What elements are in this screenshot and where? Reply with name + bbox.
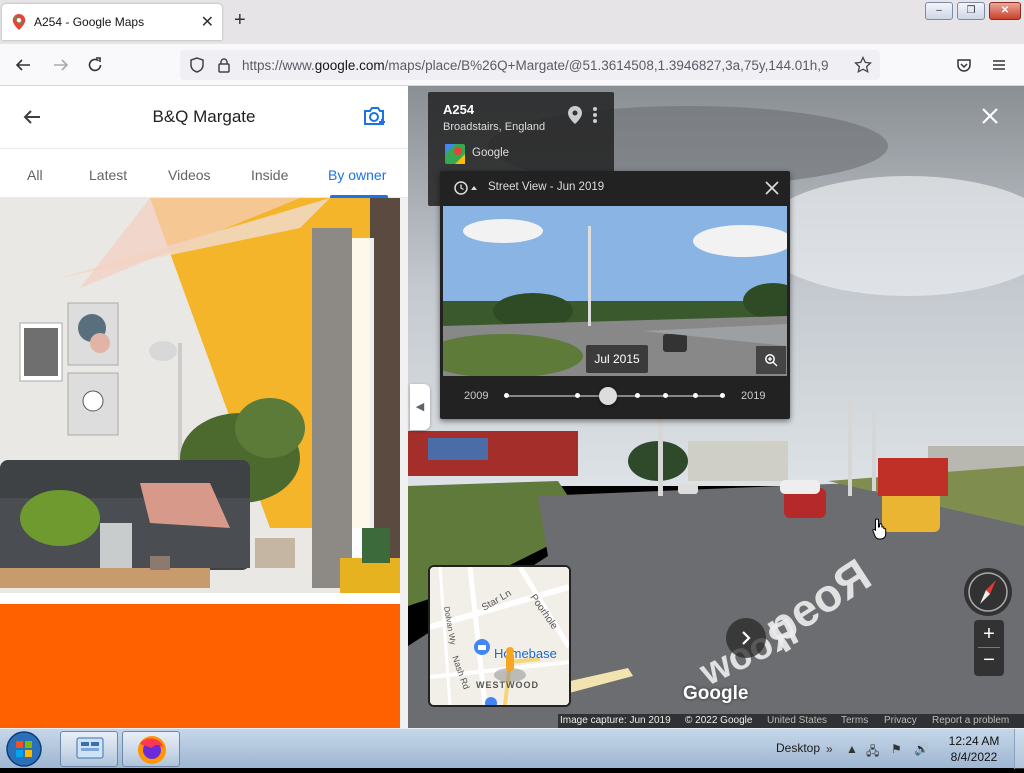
back-arrow-icon[interactable] <box>14 56 32 74</box>
minimap-label-homebase: Homebase <box>494 646 557 661</box>
compass-rotate-control[interactable] <box>964 568 1012 616</box>
window-minimize-button[interactable]: – <box>925 2 953 20</box>
selected-capture-date[interactable]: Jul 2015 <box>586 345 648 373</box>
bookmark-star-icon[interactable] <box>854 55 872 79</box>
panel-scrollbar[interactable] <box>400 198 408 728</box>
windows-taskbar: Desktop » ▲ 🖧 ⚑ 🔊 12:24 AM 8/4/2022 <box>0 728 1024 769</box>
timeline-end-year: 2019 <box>741 390 766 402</box>
map-pin-icon[interactable] <box>568 106 582 129</box>
time-travel-title: Street View - Jun 2019 <box>488 181 605 193</box>
terms-link[interactable]: Terms <box>841 715 868 726</box>
new-tab-button[interactable]: + <box>234 10 246 30</box>
window-restore-button[interactable]: ❐ <box>957 2 985 20</box>
owner-photo-living-room[interactable] <box>0 198 400 604</box>
lock-icon[interactable] <box>216 56 232 79</box>
timeline-slider-handle[interactable] <box>599 387 617 405</box>
panel-header: B&Q Margate <box>0 86 408 148</box>
window-close-button[interactable]: ✕ <box>989 2 1021 20</box>
time-travel-panel: Street View - Jun 2019 Jul 2015 2009 201… <box>440 171 790 419</box>
tab-google-maps[interactable]: A254 - Google Maps ✕ <box>2 4 222 40</box>
image-capture-date: Image capture: Jun 2019 <box>560 715 671 726</box>
add-photo-camera-icon[interactable] <box>362 104 388 133</box>
control-panel-icon <box>76 737 104 759</box>
taskbar-firefox-app[interactable] <box>122 731 180 767</box>
tracking-shield-icon[interactable] <box>188 56 206 79</box>
owner-photo-orange[interactable] <box>0 604 400 728</box>
historical-street-view-thumbnail[interactable]: Jul 2015 <box>443 206 787 376</box>
place-title: B&Q Margate <box>152 107 256 126</box>
timeline-tick[interactable] <box>504 393 509 398</box>
start-button[interactable] <box>4 730 50 768</box>
zoom-in-button[interactable]: + <box>974 622 1004 646</box>
street-view-minimap[interactable]: Star Ln Poorhole Dolvan Wy Nash Rd Homeb… <box>428 565 571 707</box>
firefox-icon <box>138 736 166 764</box>
close-time-travel-icon[interactable] <box>764 180 780 201</box>
clock-date[interactable]: 8/4/2022 <box>946 750 1002 764</box>
photo-category-tabs: All Latest Videos Inside By owner <box>0 148 408 198</box>
timeline-tick[interactable] <box>635 393 640 398</box>
timeline-tick[interactable] <box>720 393 725 398</box>
tray-expand-icon[interactable]: ▲ <box>846 742 858 756</box>
url-bar[interactable]: https://www.google.com/maps/place/B%26Q+… <box>180 50 880 80</box>
tab-by-owner[interactable]: By owner <box>328 167 386 183</box>
privacy-link[interactable]: Privacy <box>884 715 917 726</box>
desktop-toolbar-label[interactable]: Desktop <box>776 741 820 755</box>
move-forward-arrow-button[interactable] <box>726 618 766 658</box>
country-link[interactable]: United States <box>767 715 827 726</box>
reload-icon[interactable] <box>86 56 104 74</box>
tab-latest[interactable]: Latest <box>89 167 127 183</box>
google-maps-logo-icon <box>445 144 465 169</box>
action-center-flag-icon[interactable]: ⚑ <box>891 742 902 756</box>
more-options-icon[interactable] <box>592 106 598 129</box>
zoom-out-button[interactable]: − <box>974 648 1004 672</box>
timeline-tick[interactable] <box>575 393 580 398</box>
url-text[interactable]: https://www.google.com/maps/place/B%26Q+… <box>242 58 842 73</box>
place-photos-panel: B&Q Margate All Latest Videos Inside By … <box>0 86 408 728</box>
tab-close-icon[interactable]: ✕ <box>201 12 214 32</box>
timeline-tick[interactable] <box>693 393 698 398</box>
network-icon[interactable]: 🖧 <box>866 742 879 763</box>
road-name: A254 <box>443 102 475 117</box>
google-maps-favicon-icon <box>12 14 26 30</box>
google-watermark: Google <box>683 683 749 704</box>
toolbar-chevron-icon[interactable]: » <box>826 742 833 756</box>
show-desktop-button[interactable] <box>1014 729 1024 769</box>
forward-arrow-icon[interactable] <box>52 56 70 74</box>
street-view-footer: Image capture: Jun 2019 © 2022 Google Un… <box>558 714 1024 728</box>
tab-inside[interactable]: Inside <box>251 167 288 183</box>
image-source-label: Google <box>472 147 510 159</box>
volume-icon[interactable]: 🔊 <box>914 742 929 756</box>
collapse-panel-button[interactable]: ◀ <box>410 384 430 430</box>
timeline-tick[interactable] <box>663 393 668 398</box>
minimap-label-westwood: WESTWOOD <box>476 680 539 690</box>
hand-cursor-icon <box>872 518 888 540</box>
navigation-toolbar: https://www.google.com/maps/place/B%26Q+… <box>0 44 1024 86</box>
taskbar-control-panel-app[interactable] <box>60 731 118 767</box>
close-street-view-icon[interactable] <box>980 104 1000 130</box>
report-problem-link[interactable]: Report a problem <box>932 715 1009 726</box>
zoom-magnifier-icon[interactable] <box>756 346 786 374</box>
copyright-text: © 2022 Google <box>685 715 753 726</box>
tab-videos[interactable]: Videos <box>168 167 211 183</box>
menu-hamburger-icon[interactable] <box>990 56 1008 74</box>
timeline-start-year: 2009 <box>464 390 489 402</box>
clock-time[interactable]: 12:24 AM <box>946 734 1002 748</box>
tab-title: A254 - Google Maps <box>34 15 145 29</box>
locality-label: Broadstairs, England <box>443 121 546 133</box>
zoom-controls: + − <box>974 620 1004 676</box>
history-clock-icon[interactable] <box>454 181 478 200</box>
tab-strip: A254 - Google Maps ✕ + – ❐ ✕ <box>0 0 1024 44</box>
pocket-icon[interactable] <box>955 56 973 74</box>
tab-all[interactable]: All <box>27 167 43 183</box>
